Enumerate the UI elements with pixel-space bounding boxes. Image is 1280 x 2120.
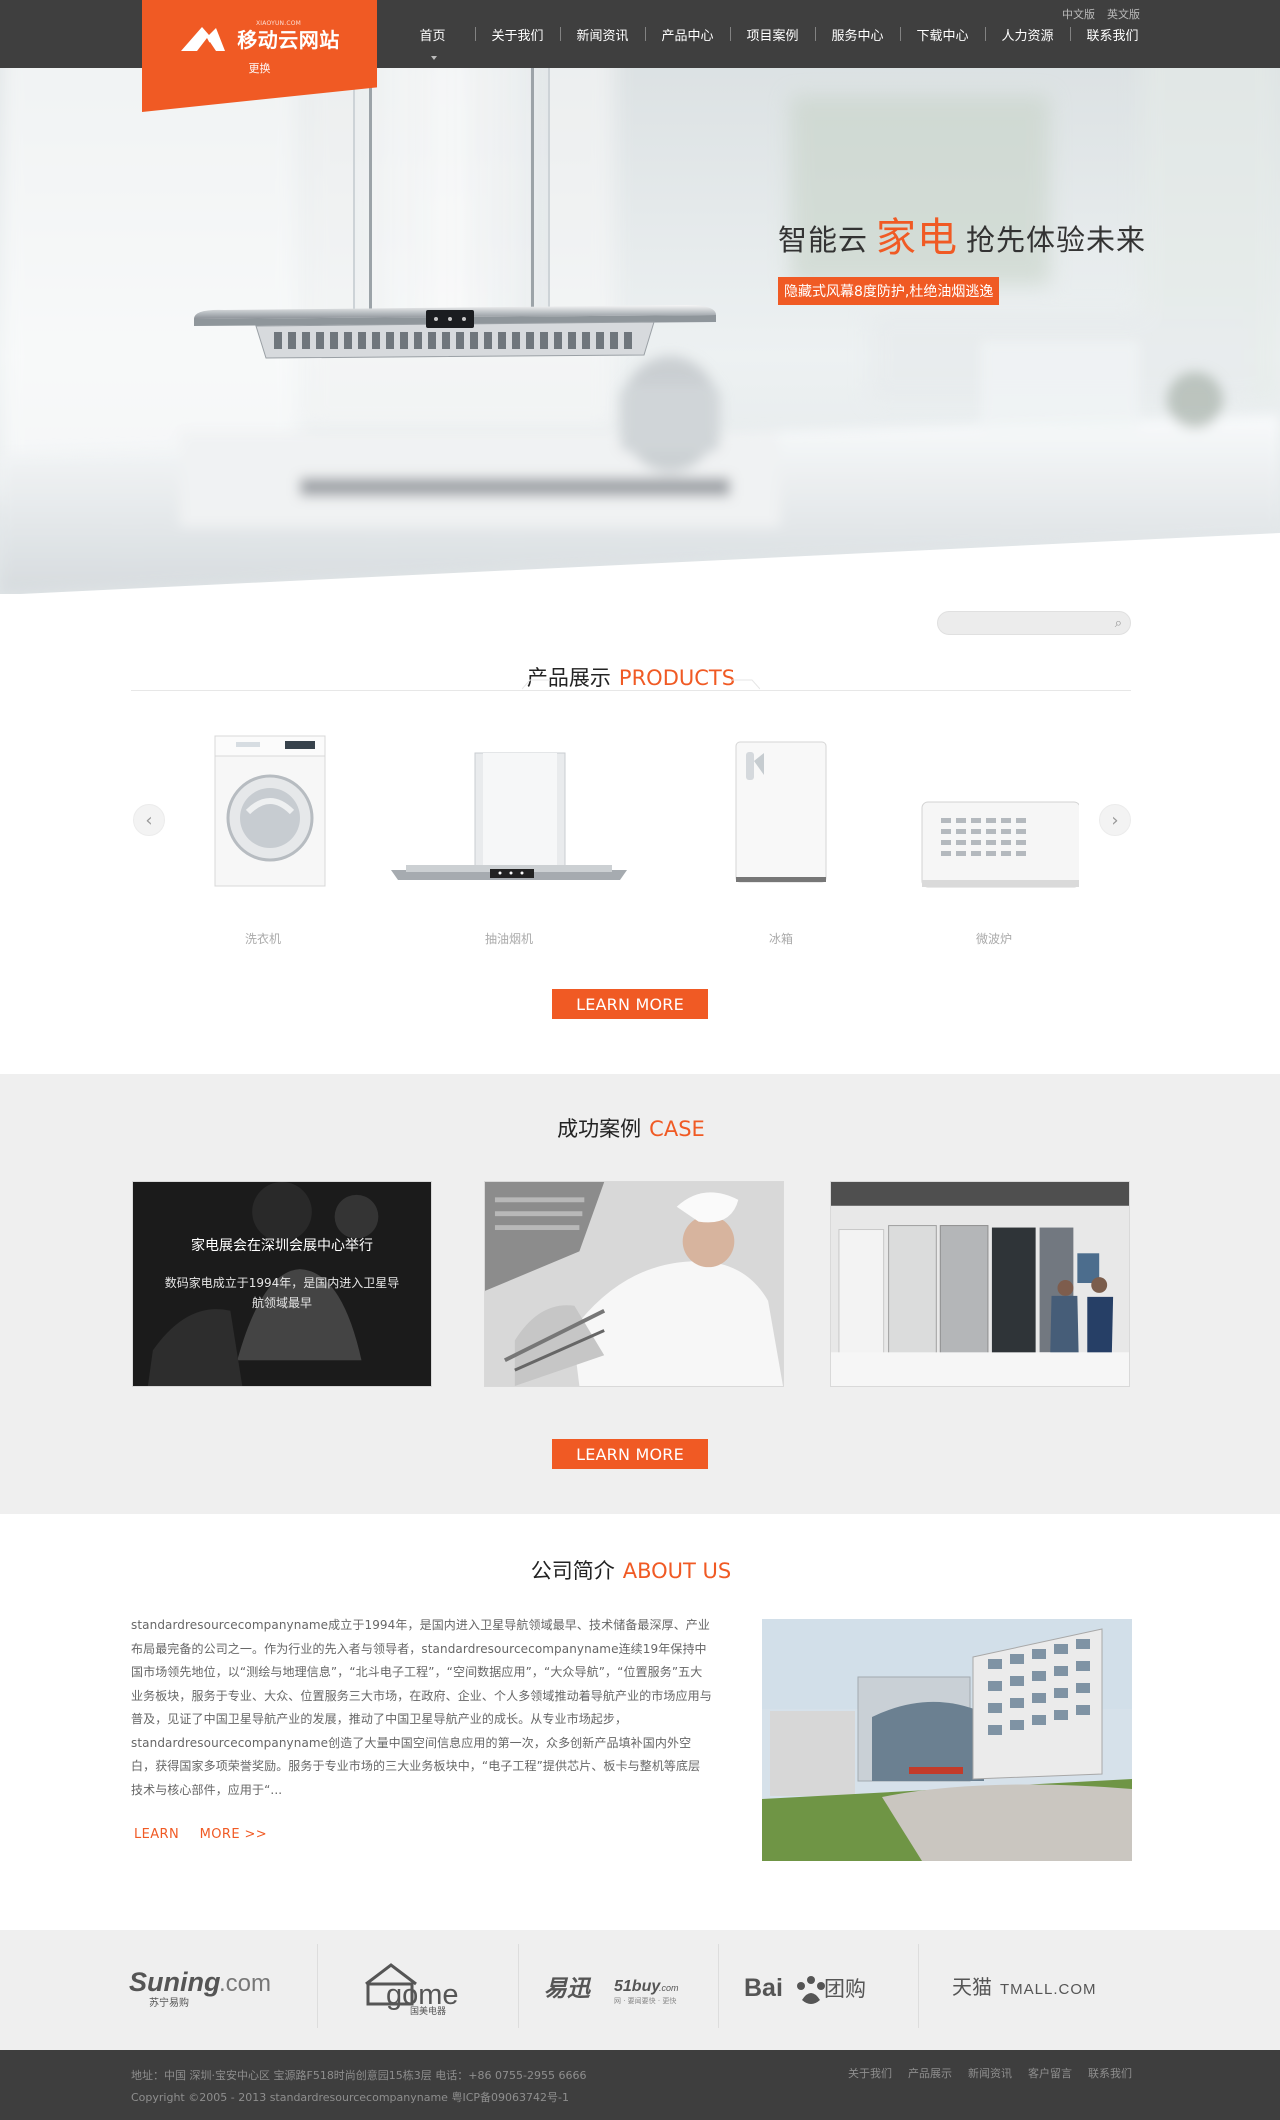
logo-mark-icon	[179, 22, 227, 54]
partner-gome[interactable]: gome 国美电器	[314, 1944, 514, 2034]
case-card-expo[interactable]: 家电展会在深圳会展中心举行 数码家电成立于1994年，是国内进入卫星导航领域最早	[132, 1181, 432, 1387]
main-navigation: 首页 关于我们 新闻资讯 产品中心 项目案例 服务中心 下载中心 人力资源 联系…	[390, 0, 1155, 68]
partner-suning[interactable]: Suning .com 苏宁易购	[106, 1944, 306, 2034]
nav-service[interactable]: 服务中心	[815, 0, 900, 68]
product-name: 抽油烟机	[484, 932, 533, 946]
product-name: 冰箱	[768, 932, 793, 946]
svg-text:.com: .com	[219, 1970, 271, 1997]
nav-products[interactable]: 产品中心	[645, 0, 730, 68]
products-learn-more-button[interactable]: LEARN MORE	[552, 989, 708, 1019]
search-icon[interactable]: ⌕	[1115, 617, 1122, 630]
case-showroom-image	[831, 1182, 1129, 1386]
washing-machine-icon	[214, 735, 326, 887]
case-overlay-description: 数码家电成立于1994年，是国内进入卫星导航领域最早	[164, 1276, 400, 1310]
svg-text:网 · 要闻要快 · 更快: 网 · 要闻要快 · 更快	[614, 1996, 676, 2005]
about-learn-text: LEARN	[134, 1827, 180, 1842]
about-learn-more-link[interactable]: LEARN MORE >>	[134, 1827, 267, 1842]
partner-tmall[interactable]: 天猫 TMALL.COM	[927, 1944, 1127, 2034]
refrigerator-icon	[735, 741, 827, 883]
hero-title-accent: 家电	[876, 215, 959, 261]
top-navigation-bar: 移动云网站 XIAOYUN.COM 更换 首页 关于我们 新闻资讯 产品中心 项…	[0, 0, 1280, 112]
logo-domain: XIAOYUN.COM	[256, 20, 302, 27]
svg-text:Bai: Bai	[744, 1974, 783, 2002]
nav-download[interactable]: 下载中心	[900, 0, 985, 68]
svg-text:国美电器: 国美电器	[410, 2005, 446, 2017]
about-title-en: ABOUT US	[622, 1559, 732, 1583]
logo-text: 移动云网站	[237, 27, 340, 52]
case-chef-image	[485, 1182, 783, 1386]
products-title-bracket-icon	[522, 679, 760, 690]
gome-logo-icon: gome 国美电器	[365, 1963, 459, 2017]
baidu-logo-icon: Bai 团购	[744, 1974, 866, 2004]
product-card-washer[interactable]: 洗衣机	[153, 720, 373, 960]
svg-text:Suning: Suning	[129, 1967, 221, 1997]
tmall-logo-icon: 天猫 TMALL.COM	[952, 1975, 1097, 1999]
case-title-en: CASE	[649, 1117, 705, 1141]
nav-news[interactable]: 新闻资讯	[560, 0, 645, 68]
case-title: 成功案例 CASE	[131, 1113, 1131, 1143]
nav-cases[interactable]: 项目案例	[730, 0, 815, 68]
svg-text:.com: .com	[659, 1983, 679, 1993]
product-card-microwave[interactable]: 微波炉	[884, 720, 1104, 960]
footer-link-news[interactable]: 新闻资讯	[968, 2065, 1012, 2081]
case-card-showroom[interactable]	[830, 1181, 1130, 1387]
svg-text:天猫: 天猫	[952, 1975, 992, 1999]
product-carousel: ‹ › 洗衣机 抽油烟机 冰箱 微波炉	[131, 720, 1131, 980]
svg-text:团购: 团购	[824, 1977, 866, 2001]
about-title: 公司简介 ABOUT US	[131, 1555, 1131, 1585]
footer-link-products[interactable]: 产品展示	[908, 2065, 952, 2081]
hero-tagline: 隐藏式风幕8度防护,杜绝油烟逃逸	[778, 277, 1000, 305]
nav-about[interactable]: 关于我们	[475, 0, 560, 68]
footer-links: 关于我们 产品展示 新闻资讯 客户留言 联系我们	[848, 2065, 1132, 2081]
logo-mark-graphic	[181, 27, 226, 51]
case-title-cn: 成功案例	[557, 1117, 642, 1141]
building-illustration	[762, 1619, 1132, 1861]
range-hood-image	[194, 64, 716, 359]
about-more-text: MORE >>	[199, 1827, 268, 1842]
footer-info: 地址：中国 深圳·宝安中心区 宝源路F518时尚创意园15栋3层 电话：+86 …	[131, 2065, 586, 2109]
topbar-container: 移动云网站 XIAOYUN.COM 更换 首页 关于我们 新闻资讯 产品中心 项…	[140, 0, 1140, 112]
suning-logo-icon: Suning .com 苏宁易购	[129, 1967, 271, 2009]
product-name: 洗衣机	[244, 932, 281, 946]
product-card-fridge[interactable]: 冰箱	[671, 720, 891, 960]
footer-link-message[interactable]: 客户留言	[1028, 2065, 1072, 2081]
partner-divider	[918, 1944, 919, 2028]
svg-text:苏宁易购: 苏宁易购	[149, 1996, 189, 2009]
lang-chinese[interactable]: 中文版	[1062, 6, 1095, 22]
nav-home[interactable]: 首页	[390, 0, 475, 68]
range-hood-icon	[391, 752, 627, 880]
logo-change[interactable]: 更换	[249, 60, 271, 76]
company-building-image	[762, 1619, 1132, 1861]
footer-link-about[interactable]: 关于我们	[848, 2065, 892, 2081]
search-box: ⌕	[937, 611, 1131, 635]
partner-51buy[interactable]: 易迅 51buy .com 网 · 要闻要快 · 更快	[514, 1944, 714, 2034]
hero-title: 智能云 家电 抢先体验未来	[778, 205, 1158, 263]
svg-text:51buy: 51buy	[614, 1978, 661, 1995]
footer-link-contact[interactable]: 联系我们	[1088, 2065, 1132, 2081]
case-overlay: 家电展会在深圳会展中心举行 数码家电成立于1994年，是国内进入卫星导航领域最早	[133, 1182, 431, 1386]
lang-english[interactable]: 英文版	[1107, 6, 1140, 22]
language-switcher: 中文版 英文版	[1062, 6, 1140, 22]
case-overlay-title: 家电展会在深圳会展中心举行	[191, 1238, 373, 1254]
footer: 地址：中国 深圳·宝安中心区 宝源路F518时尚创意园15栋3层 电话：+86 …	[0, 2050, 1280, 2120]
hero-copy: 智能云 家电 抢先体验未来 隐藏式风幕8度防护,杜绝油烟逃逸	[778, 205, 1158, 305]
footer-copyright: Copyright ©2005 - 2013 standardresourcec…	[131, 2091, 569, 2104]
nav-hr[interactable]: 人力资源	[985, 0, 1070, 68]
case-learn-more-button[interactable]: LEARN MORE	[552, 1439, 708, 1469]
about-description: standardresourcecompanyname成立于1994年，是国内进…	[131, 1618, 712, 1797]
case-card-chef[interactable]	[484, 1181, 784, 1387]
svg-text:TMALL.COM: TMALL.COM	[1000, 1981, 1097, 1998]
product-name: 微波炉	[975, 932, 1012, 946]
svg-text:易迅: 易迅	[544, 1976, 592, 2002]
partner-baidu[interactable]: Bai 团购	[714, 1944, 914, 2034]
hero-title-suffix: 抢先体验未来	[966, 223, 1147, 257]
product-card-hood[interactable]: 抽油烟机	[380, 720, 638, 960]
microwave-icon	[921, 801, 1079, 888]
51buy-logo-icon: 易迅 51buy .com 网 · 要闻要快 · 更快	[544, 1976, 679, 2005]
footer-address: 地址：中国 深圳·宝安中心区 宝源路F518时尚创意园15栋3层 电话：+86 …	[131, 2069, 587, 2082]
search-input[interactable]	[948, 614, 1098, 632]
hero-title-prefix: 智能云	[778, 223, 869, 257]
about-title-cn: 公司简介	[530, 1559, 615, 1583]
